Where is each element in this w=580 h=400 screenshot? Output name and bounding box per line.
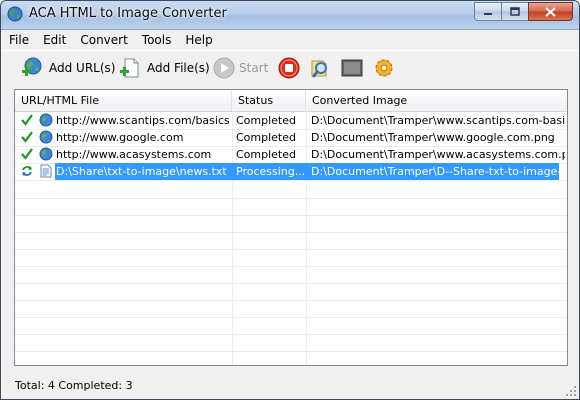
status-cell: Completed <box>236 148 296 161</box>
empty-row <box>15 266 567 284</box>
add-url-icon <box>22 57 42 76</box>
menu-help[interactable]: Help <box>178 33 219 47</box>
empty-row <box>15 198 567 216</box>
close-button[interactable] <box>528 2 573 21</box>
search-button[interactable] <box>309 56 331 80</box>
source-cell: http://www.google.com <box>56 131 184 144</box>
window-title: ACA HTML to Image Converter <box>29 6 227 21</box>
minimize-icon <box>484 12 492 15</box>
output-cell: D:\Document\Tramper\D--Share-txt-to-imag… <box>311 165 559 178</box>
status-bar: Total: 4 Completed: 3 <box>1 373 579 399</box>
title-bar[interactable]: ACA HTML to Image Converter <box>1 1 579 30</box>
close-icon <box>545 6 556 17</box>
table-row[interactable]: http://www.scantips.com/basics... Comple… <box>15 112 567 130</box>
checkmark-icon <box>21 114 33 126</box>
main-window: ACA HTML to Image Converter File Edit Co… <box>0 0 580 400</box>
globe-icon <box>39 147 53 161</box>
play-icon <box>213 57 235 79</box>
window-controls <box>474 2 573 21</box>
globe-icon <box>39 113 53 127</box>
globe-icon <box>39 130 53 144</box>
start-button[interactable]: Start <box>213 56 268 80</box>
stop-button[interactable] <box>278 56 300 80</box>
menu-edit[interactable]: Edit <box>36 33 73 47</box>
stop-icon <box>278 57 300 79</box>
search-icon <box>311 60 327 78</box>
empty-row <box>15 215 567 233</box>
table-row-selected[interactable]: D:\Share\txt-to-image\news.txt Processin… <box>15 163 567 181</box>
status-cell: Completed <box>236 114 296 127</box>
checkmark-icon <box>21 131 33 143</box>
empty-row <box>15 249 567 267</box>
menu-file[interactable]: File <box>1 33 36 47</box>
refresh-icon <box>22 166 32 176</box>
conversion-list[interactable]: URL/HTML File Status Converted Image htt… <box>14 89 568 366</box>
source-cell: D:\Share\txt-to-image\news.txt <box>56 165 227 178</box>
add-url-label: Add URL(s) <box>49 61 116 75</box>
list-header: URL/HTML File Status Converted Image <box>15 90 567 112</box>
empty-row <box>15 351 567 365</box>
menu-bar: File Edit Convert Tools Help <box>1 30 579 49</box>
menu-tools[interactable]: Tools <box>135 33 179 47</box>
window-icon <box>341 59 363 77</box>
maximize-icon <box>510 7 520 16</box>
output-cell: D:\Document\Tramper\www.google.com.png <box>311 131 555 144</box>
status-cell: Processing... <box>236 165 304 178</box>
status-cell: Completed <box>236 131 296 144</box>
source-cell: http://www.scantips.com/basics... <box>56 114 230 127</box>
resize-grip-icon[interactable] <box>565 385 577 397</box>
table-row[interactable]: http://www.acasystems.com Completed D:\D… <box>15 146 567 164</box>
minimize-button[interactable] <box>474 2 502 21</box>
checkmark-icon <box>21 148 33 160</box>
empty-row <box>15 283 567 301</box>
settings-button[interactable] <box>373 56 395 80</box>
source-cell: http://www.acasystems.com <box>56 148 212 161</box>
column-header-status[interactable]: Status <box>232 90 306 111</box>
empty-row <box>15 300 567 318</box>
add-file-icon <box>120 58 139 78</box>
window-button[interactable] <box>341 56 363 80</box>
table-row[interactable]: http://www.google.com Completed D:\Docum… <box>15 129 567 147</box>
column-header-source[interactable]: URL/HTML File <box>15 90 232 111</box>
toolbar: Add URL(s) Add File(s) Start <box>1 50 579 85</box>
globe-app-icon <box>7 6 23 22</box>
empty-row <box>15 317 567 335</box>
add-url-button[interactable]: Add URL(s) <box>21 56 115 80</box>
gear-icon <box>375 59 393 77</box>
status-text: Total: 4 Completed: 3 <box>15 379 133 392</box>
empty-row <box>15 232 567 250</box>
maximize-button[interactable] <box>501 2 529 21</box>
empty-row <box>15 181 567 199</box>
empty-row <box>15 334 567 352</box>
column-header-output[interactable]: Converted Image <box>306 90 567 111</box>
add-file-label: Add File(s) <box>147 61 210 75</box>
menu-convert[interactable]: Convert <box>73 33 134 47</box>
text-file-icon <box>40 164 52 178</box>
add-file-button[interactable]: Add File(s) <box>119 56 210 80</box>
output-cell: D:\Document\Tramper\www.scantips.com-bas… <box>311 114 565 127</box>
output-cell: D:\Document\Tramper\www.acasystems.com.p… <box>311 148 565 161</box>
start-label: Start <box>239 61 269 75</box>
